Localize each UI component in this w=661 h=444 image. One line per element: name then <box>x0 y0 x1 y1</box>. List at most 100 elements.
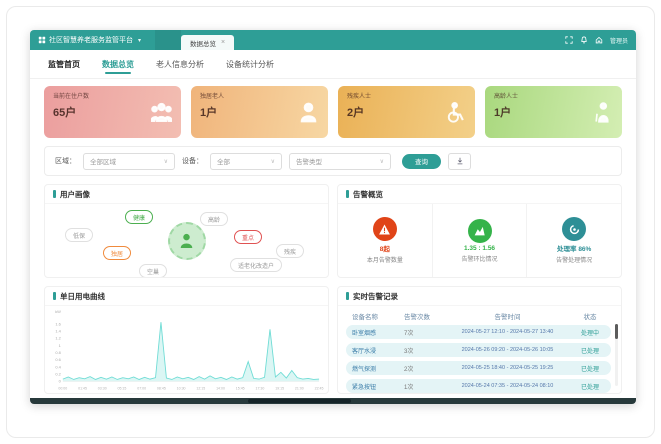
profile-tag: 独居 <box>103 246 131 260</box>
workspace-tab-label: 数据总览 <box>190 38 216 48</box>
main-content: 当前在住户数 65户 独居老人 1户 残疾人士 2户 <box>30 79 636 398</box>
alarm-records-panel: 实时告警记录 设备名称 告警次数 告警时间 状态 卧室烟感 7次 2024-05… <box>337 286 622 394</box>
alarm-type-select[interactable]: 告警类型∨ <box>289 153 391 170</box>
alarm-table: 设备名称 告警次数 告警时间 状态 卧室烟感 7次 2024-05-27 12:… <box>338 306 621 393</box>
title-marker <box>346 190 349 198</box>
alarm-metric-trend[interactable]: 1.35 : 1.56 告警环比情况 <box>432 204 527 277</box>
home-icon[interactable] <box>595 36 603 44</box>
profile-tag: 适老化改造户 <box>230 258 282 272</box>
nav-tabs: 监管首页 数据总览 老人信息分析 设备统计分析 <box>30 50 636 79</box>
stat-card-value: 65户 <box>53 104 89 120</box>
app-logo-icon <box>38 36 46 44</box>
warning-icon <box>378 223 391 236</box>
svg-text:10:30: 10:30 <box>177 387 186 391</box>
device-select[interactable]: 全部∨ <box>210 153 282 170</box>
bottom-scrollbar[interactable] <box>30 398 636 404</box>
svg-text:00:00: 00:00 <box>58 387 67 391</box>
stat-card-aged[interactable]: 高龄人士 1户 <box>485 86 622 138</box>
bell-icon[interactable] <box>580 36 588 44</box>
tab-data-overview[interactable]: 数据总览 <box>102 50 134 78</box>
chevron-down-icon: ∨ <box>164 158 168 165</box>
metric-value: 8起 <box>380 243 390 253</box>
svg-text:07:00: 07:00 <box>137 387 146 391</box>
table-row[interactable]: 紧急按钮 1次 2024-05-24 07:35 - 2024-05-24 08… <box>346 379 611 393</box>
table-row[interactable]: 客厅水浸 3次 2024-05-26 09:20 - 2024-05-26 10… <box>346 343 611 357</box>
person-icon <box>178 232 195 249</box>
tab-device-stats[interactable]: 设备统计分析 <box>226 50 274 78</box>
user-profile-panel: 用户画像 低保 健康 独居 空巢 高龄 重点 残疾 适老化改造户 <box>44 184 329 278</box>
metric-value: 1.35 : 1.56 <box>464 245 495 252</box>
panel-title: 告警概览 <box>353 189 383 200</box>
topbar-actions: 管理员 <box>565 30 628 50</box>
chevron-down-icon[interactable]: ▾ <box>138 37 141 44</box>
tab-elder-analysis[interactable]: 老人信息分析 <box>156 50 204 78</box>
panel-title-bar: 用户画像 <box>45 185 328 204</box>
panel-title: 实时告警记录 <box>353 291 398 302</box>
export-button[interactable] <box>448 153 471 170</box>
profile-tags-area: 低保 健康 独居 空巢 高龄 重点 残疾 适老化改造户 <box>45 204 328 277</box>
panel-title: 用户画像 <box>60 189 90 200</box>
power-chart-svg: 00.20.40.60.811.21.41.6kW00:0001:4503:30… <box>47 308 324 392</box>
panel-title-bar: 单日用电曲线 <box>45 287 328 306</box>
brand: 社区智慧养老服务监管平台 ▾ <box>38 30 141 50</box>
area-select[interactable]: 全部区域∨ <box>83 153 175 170</box>
panel-grid: 用户画像 低保 健康 独居 空巢 高龄 重点 残疾 适老化改造户 <box>44 184 622 394</box>
stat-card-solitary[interactable]: 独居老人 1户 <box>191 86 328 138</box>
stat-card-label: 残疾人士 <box>347 91 371 100</box>
stat-card-disabled[interactable]: 残疾人士 2户 <box>338 86 475 138</box>
scrollbar-thumb[interactable] <box>248 399 351 403</box>
stat-card-households[interactable]: 当前在住户数 65户 <box>44 86 181 138</box>
stat-cards-row: 当前在住户数 65户 独居老人 1户 残疾人士 2户 <box>44 86 622 138</box>
workspace-tab[interactable]: 数据总览 × <box>181 35 234 50</box>
trend-icon <box>473 224 486 237</box>
tab-home[interactable]: 监管首页 <box>48 50 80 78</box>
table-row[interactable]: 卧室烟感 7次 2024-05-27 12:10 - 2024-05-27 13… <box>346 325 611 339</box>
svg-text:0.4: 0.4 <box>55 364 61 369</box>
scrollbar-thumb[interactable] <box>615 324 618 339</box>
stat-card-label: 高龄人士 <box>494 91 518 100</box>
alarm-metric-count[interactable]: 8起 本月告警数量 <box>338 204 432 277</box>
title-bar: 社区智慧养老服务监管平台 ▾ 数据总览 × 管理员 <box>30 30 636 50</box>
table-scrollbar <box>615 324 618 386</box>
svg-text:12:15: 12:15 <box>196 387 205 391</box>
chevron-down-icon: ∨ <box>271 158 275 165</box>
svg-text:0.6: 0.6 <box>55 357 61 362</box>
app-window: 社区智慧养老服务监管平台 ▾ 数据总览 × 管理员 监管首页 数据总览 老人信息… <box>30 30 636 404</box>
power-curve-panel: 单日用电曲线 00.20.40.60.811.21.41.6kW00:0001:… <box>44 286 329 394</box>
device-filter-label: 设备： <box>182 156 203 166</box>
family-icon <box>151 102 172 123</box>
svg-text:19:15: 19:15 <box>275 387 284 391</box>
search-button[interactable]: 查询 <box>402 154 441 169</box>
elder-icon <box>592 102 613 123</box>
svg-text:0.2: 0.2 <box>55 371 60 376</box>
title-marker <box>53 190 56 198</box>
user-label[interactable]: 管理员 <box>610 36 628 45</box>
table-row[interactable]: 燃气探测 2次 2024-05-25 18:40 - 2024-05-25 19… <box>346 361 611 375</box>
profile-tag: 空巢 <box>139 264 167 278</box>
wheelchair-icon <box>445 102 466 123</box>
svg-text:0: 0 <box>59 379 62 384</box>
stat-card-value: 1户 <box>200 104 224 120</box>
area-filter-label: 区域： <box>55 156 76 166</box>
svg-text:1.4: 1.4 <box>55 329 61 334</box>
fullscreen-icon[interactable] <box>565 36 573 44</box>
filter-bar: 区域： 全部区域∨ 设备： 全部∨ 告警类型∨ 查询 <box>44 146 622 176</box>
panel-title-bar: 告警概览 <box>338 185 621 204</box>
title-marker <box>346 292 349 300</box>
close-icon[interactable]: × <box>221 39 225 46</box>
panel-title: 单日用电曲线 <box>60 291 105 302</box>
svg-text:17:30: 17:30 <box>255 387 264 391</box>
svg-text:03:30: 03:30 <box>98 387 107 391</box>
tabstrip-divider <box>155 30 181 50</box>
app-title: 社区智慧养老服务监管平台 <box>49 35 133 45</box>
alarm-metric-handle-rate[interactable]: 处理率 86% 告警处理情况 <box>526 204 621 277</box>
gauge-icon <box>568 223 581 236</box>
profile-tag: 残疾 <box>276 244 304 258</box>
svg-text:21:00: 21:00 <box>295 387 304 391</box>
svg-text:22:45: 22:45 <box>315 387 324 391</box>
svg-text:kW: kW <box>55 309 61 314</box>
svg-text:15:45: 15:45 <box>236 387 245 391</box>
alarm-metrics: 8起 本月告警数量 1.35 : 1.56 告警环比情况 处理率 86% 告警处… <box>338 204 621 277</box>
svg-text:1: 1 <box>59 343 61 348</box>
table-header: 设备名称 告警次数 告警时间 状态 <box>346 308 611 325</box>
